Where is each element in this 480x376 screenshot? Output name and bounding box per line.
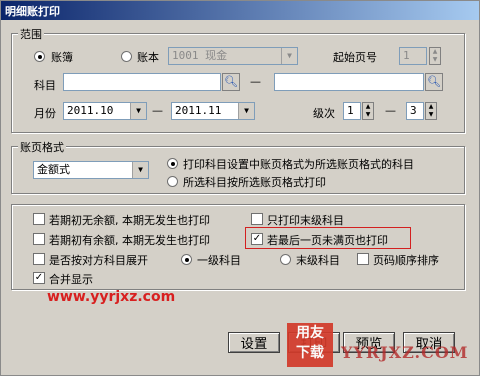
all-subjects-format-radio[interactable] — [167, 176, 178, 187]
level-dash: — — [385, 104, 396, 117]
start-page-input[interactable]: 1 — [399, 47, 427, 65]
has-balance-no-occur-label: 若期初有余额, 本期无发生也打印 — [49, 234, 210, 247]
range-dash: — — [250, 75, 261, 88]
range-legend: 范围 — [18, 26, 44, 42]
chevron-down-icon[interactable]: ▼ — [132, 162, 148, 178]
settings-button[interactable]: 设置 — [228, 332, 280, 353]
level-from-input[interactable]: 1 — [343, 102, 361, 120]
account-book-radio-label: 账本 — [137, 51, 159, 64]
page-order-checkbox[interactable] — [357, 253, 369, 265]
subject-label: 科目 — [34, 79, 56, 92]
expand-by-counter-label: 是否按对方科目展开 — [49, 254, 148, 267]
account-book-select[interactable]: 1001 现金 ▼ — [168, 47, 298, 65]
last-page-print-label: 若最后一页未满页也打印 — [267, 234, 388, 247]
level-to-stepper[interactable]: ▲ ▼ — [425, 102, 437, 120]
watermark-url: www.yyrjxz.com — [47, 289, 176, 305]
merge-display-label: 合并显示 — [49, 273, 93, 286]
month-dash: — — [152, 104, 163, 117]
search-icon[interactable]: 🔍︎ — [425, 73, 443, 91]
watermark-brand-bottom: 下载 — [296, 345, 324, 361]
expand-by-counter-checkbox[interactable] — [33, 253, 45, 265]
level-to-input[interactable]: 3 — [406, 102, 424, 120]
chevron-down-icon[interactable]: ▼ — [130, 103, 146, 119]
print-dialog: 明细账打印 范围 账簿 账本 1001 现金 ▼ 起始页号 1 ▲ ▼ 科目 🔍︎… — [0, 0, 480, 376]
month-from-select[interactable]: 2011.10 ▼ — [63, 102, 147, 120]
last-page-print-checkbox[interactable]: ✓ — [251, 233, 263, 245]
no-balance-no-occur-checkbox[interactable] — [33, 213, 45, 225]
watermark-brand-top: 用友 — [296, 325, 324, 341]
page-order-label: 页码顺序排序 — [373, 254, 439, 267]
ledger-radio-label: 账簿 — [51, 51, 73, 64]
month-label: 月份 — [34, 107, 56, 120]
level-label: 级次 — [313, 107, 335, 120]
search-icon[interactable]: 🔍︎ — [222, 73, 240, 91]
level-one-radio[interactable] — [181, 254, 192, 265]
watermark-site: YYRJXZ.COM — [341, 343, 469, 362]
window-title: 明细账打印 — [5, 5, 60, 18]
chevron-down-icon[interactable]: ▼ — [281, 48, 297, 64]
level-one-label: 一级科目 — [197, 254, 241, 267]
has-balance-no-occur-checkbox[interactable] — [33, 233, 45, 245]
level-from-stepper[interactable]: ▲ ▼ — [362, 102, 374, 120]
account-book-radio[interactable] — [121, 51, 132, 62]
start-page-stepper[interactable]: ▲ ▼ — [429, 47, 441, 65]
subject-to-input[interactable] — [274, 73, 424, 91]
chevron-down-icon[interactable]: ▼ — [238, 103, 254, 119]
page-format-legend: 账页格式 — [18, 139, 66, 155]
month-to-select[interactable]: 2011.11 ▼ — [171, 102, 255, 120]
subject-setting-format-label: 打印科目设置中账页格式为所选账页格式的科目 — [183, 158, 414, 171]
all-subjects-format-label: 所选科目按所选账页格式打印 — [183, 176, 326, 189]
only-leaf-label: 只打印末级科目 — [267, 214, 344, 227]
leaf-level-label: 末级科目 — [296, 254, 340, 267]
no-balance-no-occur-label: 若期初无余额, 本期无发生也打印 — [49, 214, 210, 227]
start-page-label: 起始页号 — [333, 51, 377, 64]
leaf-level-radio[interactable] — [280, 254, 291, 265]
merge-display-checkbox[interactable]: ✓ — [33, 272, 45, 284]
subject-from-input[interactable] — [63, 73, 221, 91]
only-leaf-checkbox[interactable] — [251, 213, 263, 225]
title-bar[interactable]: 明细账打印 — [1, 1, 479, 20]
watermark-logo: 用友 下载 — [287, 323, 333, 367]
ledger-radio[interactable] — [34, 51, 45, 62]
account-book-value: 1001 现金 — [172, 49, 228, 62]
page-format-select[interactable]: 金额式 ▼ — [33, 161, 149, 179]
subject-setting-format-radio[interactable] — [167, 158, 178, 169]
